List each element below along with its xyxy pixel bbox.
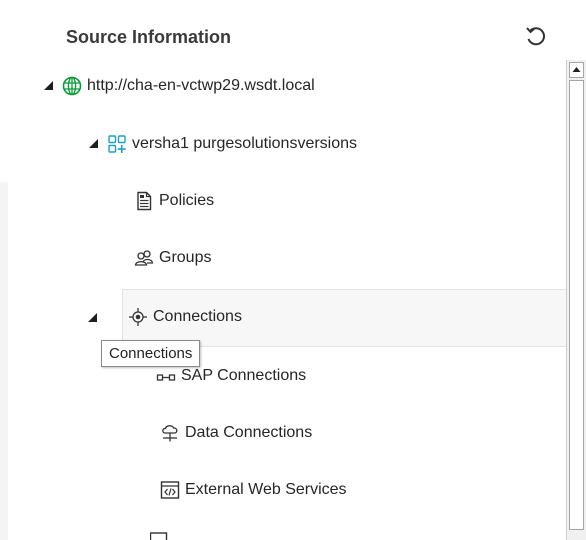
tree-item-label: http://cha-en-vctwp29.wsdt.local [87, 77, 315, 94]
tree-item-label: Data Connections [185, 424, 313, 441]
tree-item-external-web-services[interactable]: External Web Services [160, 475, 347, 505]
tree-item-root[interactable]: http://cha-en-vctwp29.wsdt.local [62, 71, 315, 101]
groups-icon [134, 250, 154, 266]
connections-icon [129, 308, 147, 326]
tree-item-policies[interactable]: Policies [134, 186, 214, 216]
scrollbar-thumb[interactable] [569, 80, 584, 530]
data-connection-icon [162, 425, 178, 442]
tree-item-cut-off[interactable] [150, 527, 310, 540]
tree-item-label: External Web Services [185, 481, 347, 498]
tree-item-label: versha1 purgesolutionsversions [132, 135, 358, 152]
tree-item-label: Connections [153, 308, 242, 325]
expand-arrow-connections[interactable] [88, 313, 97, 322]
tree-item-connections[interactable]: Connections [128, 302, 242, 332]
expand-arrow-root[interactable] [44, 81, 53, 90]
tree-item-label: Groups [159, 249, 212, 266]
panel-title: Source Information [66, 27, 232, 47]
vertical-scrollbar[interactable] [566, 60, 586, 540]
list-icon [150, 532, 168, 540]
refresh-icon[interactable] [524, 25, 548, 49]
tree-item-data-connections[interactable]: Data Connections [160, 418, 312, 448]
tooltip: Connections [101, 340, 201, 367]
site-collection-icon [108, 135, 126, 153]
left-gutter [0, 182, 8, 540]
web-service-icon [160, 481, 180, 499]
tree-item-label: Policies [159, 192, 215, 209]
tree-item-site[interactable]: versha1 purgesolutionsversions [107, 129, 357, 159]
policy-document-icon [137, 191, 152, 211]
tree-item-groups[interactable]: Groups [134, 243, 211, 273]
expand-arrow-site[interactable] [89, 139, 98, 148]
sap-connection-icon [156, 374, 176, 381]
scroll-up-arrow-icon[interactable] [569, 62, 584, 78]
globe-icon [62, 76, 82, 96]
tree-item-label: SAP Connections [181, 367, 307, 384]
